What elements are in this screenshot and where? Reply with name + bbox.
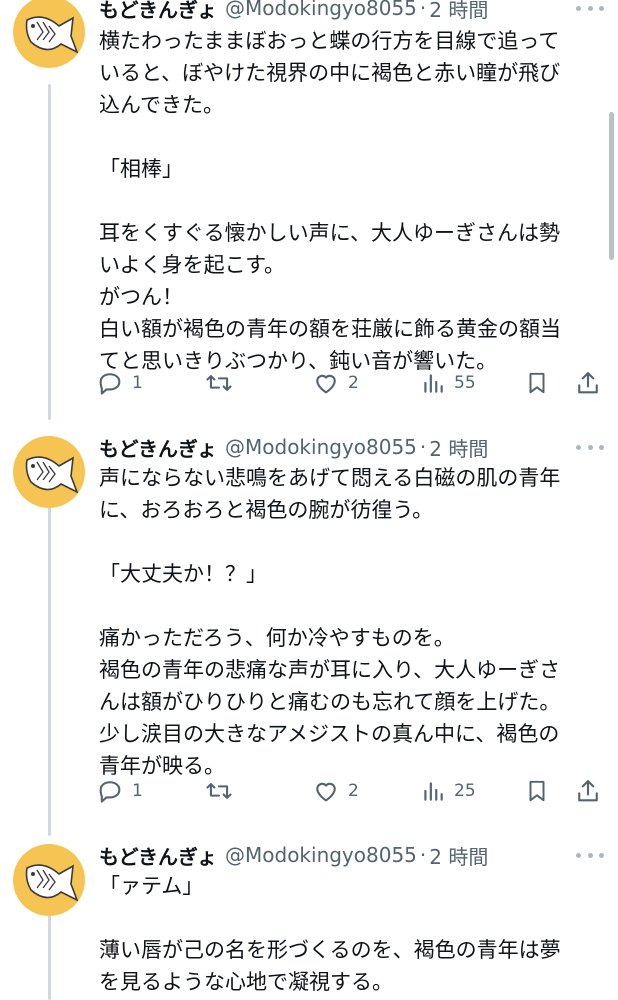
bookmark-button[interactable] (524, 368, 550, 398)
fish-icon (25, 16, 79, 54)
text-line (99, 590, 599, 622)
text-line (99, 185, 599, 217)
reply-icon (99, 373, 121, 395)
views-count: 25 (454, 781, 476, 801)
separator: · (419, 0, 427, 20)
text-line: 耳をくすぐる懐かしい声に、大人ゆーぎさんは勢 (99, 221, 560, 245)
text-line: 「大丈夫か！？」 (99, 562, 267, 586)
text-line (99, 902, 599, 934)
reply-count: 1 (132, 373, 143, 393)
author-name[interactable]: もどきんぎょ (99, 0, 217, 23)
text-line: がつん！ (99, 285, 183, 309)
reply-icon (99, 781, 121, 803)
text-line: を見るような心地で凝視する。 (99, 970, 393, 994)
tweet-header: もどきんぎょ @Modokingyo8055 · 2 時間 (99, 841, 598, 869)
text-line: 横たわったままぼおっと蝶の行方を目線で追って (99, 29, 560, 53)
text-line: 薄い唇が己の名を形づくるのを、褐色の青年は夢 (99, 938, 561, 962)
bookmark-button[interactable] (524, 776, 550, 806)
retweet-icon (206, 783, 232, 799)
text-line (99, 121, 599, 153)
avatar[interactable] (13, 844, 85, 916)
text-line: 白い額が褐色の青年の額を荘厳に飾る黄金の額当 (99, 317, 561, 341)
text-line: に、おろおろと褐色の腕が彷徨う。 (99, 498, 434, 522)
more-icon[interactable] (576, 0, 604, 18)
views-icon (424, 782, 443, 801)
author-handle[interactable]: @Modokingyo8055 (225, 435, 417, 459)
text-line: 褐色の青年の悲痛な声が耳に入り、大人ゆーぎさ (99, 658, 561, 682)
thread-line (48, 914, 51, 1000)
reply-button[interactable]: 1 (96, 776, 143, 806)
retweet-button[interactable] (204, 368, 234, 398)
text-line: 声にならない悲鳴をあげて悶える白磁の肌の青年 (99, 466, 561, 490)
text-line (99, 526, 599, 558)
like-count: 2 (348, 781, 359, 801)
share-icon (578, 372, 598, 394)
views-count: 55 (454, 373, 476, 393)
thread-line (48, 506, 51, 836)
views-button[interactable]: 55 (420, 368, 476, 398)
heart-icon (316, 374, 336, 394)
fish-icon (25, 456, 79, 494)
more-icon[interactable] (576, 845, 604, 865)
retweet-button[interactable] (204, 776, 234, 806)
separator: · (419, 843, 427, 867)
tweet-actions: 1 2 55 (96, 368, 608, 398)
text-line: 少し涙目の大きなアメジストの真ん中に、褐色の (99, 722, 560, 746)
text-line: 「ァテム」 (99, 874, 204, 898)
reply-button[interactable]: 1 (96, 368, 143, 398)
author-name[interactable]: もどきんぎょ (99, 433, 217, 462)
bookmark-icon (529, 780, 545, 802)
tweet[interactable]: もどきんぎょ @Modokingyo8055 · 2 時間 「ァテム」 薄い唇が… (0, 830, 618, 1000)
tweet[interactable]: もどきんぎょ @Modokingyo8055 · 2 時間 声にならない悲鳴をあ… (0, 420, 618, 836)
reply-count: 1 (132, 781, 143, 801)
fish-icon (25, 864, 79, 902)
share-icon (578, 780, 598, 802)
author-handle[interactable]: @Modokingyo8055 (225, 843, 417, 867)
thread-line (48, 84, 51, 420)
timestamp[interactable]: 2 時間 (429, 433, 488, 462)
views-button[interactable]: 25 (420, 776, 476, 806)
separator: · (419, 435, 427, 459)
heart-icon (316, 782, 336, 802)
tweet-text: 横たわったままぼおっと蝶の行方を目線で追って いると、ぼやけた視界の中に褐色と赤… (99, 25, 599, 377)
author-name[interactable]: もどきんぎょ (99, 841, 217, 870)
tweet-actions: 1 2 25 (96, 776, 608, 806)
text-line: んは額がひりひりと痛むのも忘れて顔を上げた。 (99, 690, 561, 714)
avatar[interactable] (13, 436, 85, 508)
tweet-header: もどきんぎょ @Modokingyo8055 · 2 時間 (99, 433, 598, 461)
tweet-text: 「ァテム」 薄い唇が己の名を形づくるのを、褐色の青年は夢 を見るような心地で凝視… (99, 870, 599, 998)
like-button[interactable]: 2 (312, 368, 359, 398)
timestamp[interactable]: 2 時間 (429, 841, 488, 870)
text-line: いよく身を起こす。 (99, 253, 286, 277)
share-button[interactable] (574, 776, 602, 806)
more-icon[interactable] (576, 437, 604, 457)
like-count: 2 (348, 373, 359, 393)
text-line: 痛かっただろう、何か冷やすものを。 (99, 626, 455, 650)
author-handle[interactable]: @Modokingyo8055 (225, 0, 417, 20)
text-line: いると、ぼやけた視界の中に褐色と赤い瞳が飛び (99, 61, 561, 85)
views-icon (424, 374, 443, 393)
bookmark-icon (529, 372, 545, 394)
timestamp[interactable]: 2 時間 (429, 0, 488, 23)
tweet-text: 声にならない悲鳴をあげて悶える白磁の肌の青年 に、おろおろと褐色の腕が彷徨う。 … (99, 462, 599, 782)
scrollbar[interactable] (609, 112, 614, 260)
share-button[interactable] (574, 368, 602, 398)
text-line: 込んできた。 (99, 93, 224, 117)
like-button[interactable]: 2 (312, 776, 359, 806)
avatar[interactable] (13, 0, 85, 68)
tweet[interactable]: もどきんぎょ @Modokingyo8055 · 2 時間 横たわったままぼおっ… (0, 0, 618, 420)
text-line: 「相棒」 (99, 157, 183, 181)
tweet-header: もどきんぎょ @Modokingyo8055 · 2 時間 (99, 0, 598, 22)
retweet-icon (206, 375, 232, 391)
